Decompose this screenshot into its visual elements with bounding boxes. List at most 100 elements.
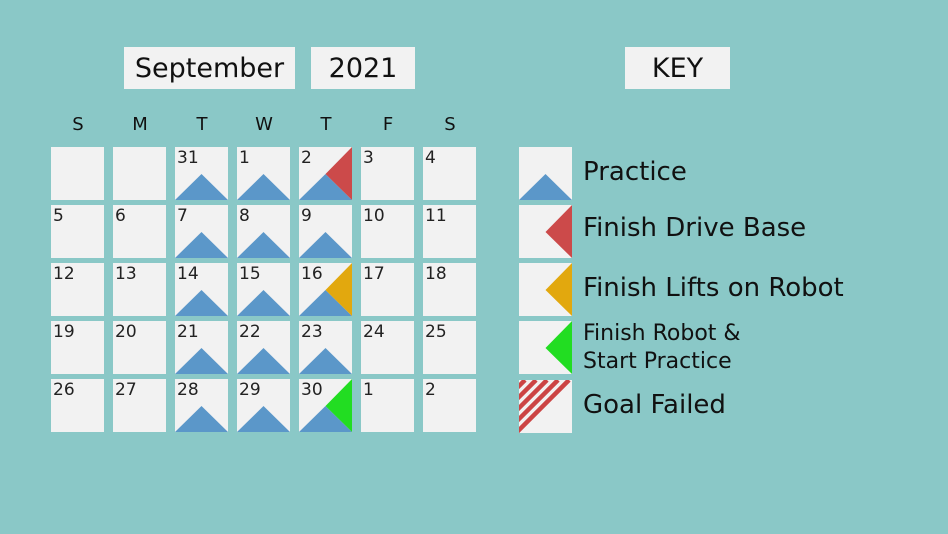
day-number: 1 [363,380,374,400]
weekday-header: S [444,114,456,135]
day-cell[interactable]: 13 [113,263,166,316]
day-cell[interactable]: 28 [175,379,228,432]
day-number: 10 [363,206,385,226]
day-cell[interactable]: 23 [299,321,352,374]
day-cell[interactable]: 1 [361,379,414,432]
year-label: 2021 [311,47,415,89]
day-cell[interactable]: 16 [299,263,352,316]
day-cell[interactable]: 17 [361,263,414,316]
key-swatch-robot-practice [519,321,572,374]
drive-triangle-icon [545,205,572,258]
day-cell[interactable]: 9 [299,205,352,258]
day-number: 27 [115,380,137,400]
key-swatch-practice [519,147,572,200]
practice-triangle-icon [237,232,290,258]
practice-triangle-icon [299,232,352,258]
day-cell[interactable]: 25 [423,321,476,374]
day-number: 29 [239,380,261,400]
day-cell[interactable]: 5 [51,205,104,258]
practice-triangle-icon [175,174,228,200]
day-number: 2 [301,148,312,168]
practice-triangle-icon [175,290,228,316]
key-label-robot-line1: Finish Robot & [583,321,741,346]
weekday-header: S [72,114,84,135]
day-cell[interactable]: 18 [423,263,476,316]
day-cell[interactable]: 24 [361,321,414,374]
day-number: 16 [301,264,323,284]
day-cell[interactable]: 3 [361,147,414,200]
practice-triangle-icon [237,174,290,200]
day-cell[interactable]: 22 [237,321,290,374]
practice-triangle-icon [175,406,228,432]
practice-triangle-icon [237,348,290,374]
day-number: 20 [115,322,137,342]
day-number: 18 [425,264,447,284]
day-cell[interactable]: 20 [113,321,166,374]
day-number: 13 [115,264,137,284]
day-cell[interactable]: 8 [237,205,290,258]
practice-triangle-icon [175,348,228,374]
lifts-triangle-icon [325,263,352,316]
practice-triangle-icon [299,348,352,374]
day-number: 22 [239,322,261,342]
day-cell[interactable]: 15 [237,263,290,316]
day-number: 12 [53,264,75,284]
key-label-robot-line2: Start Practice [583,349,732,374]
day-number: 9 [301,206,312,226]
day-cell[interactable] [51,147,104,200]
day-cell[interactable]: 27 [113,379,166,432]
day-cell[interactable]: 7 [175,205,228,258]
day-cell[interactable]: 10 [361,205,414,258]
day-number: 11 [425,206,447,226]
day-cell[interactable] [113,147,166,200]
key-swatch-goal-failed [519,380,572,433]
day-number: 19 [53,322,75,342]
key-label-goal-failed: Goal Failed [583,390,726,420]
day-cell[interactable]: 4 [423,147,476,200]
key-title: KEY [625,47,730,89]
lifts-triangle-icon [545,263,572,316]
day-cell[interactable]: 21 [175,321,228,374]
day-cell[interactable]: 14 [175,263,228,316]
weekday-header: W [255,114,273,135]
practice-triangle-icon [519,174,572,200]
day-cell[interactable]: 2 [423,379,476,432]
day-cell[interactable]: 19 [51,321,104,374]
weekday-header: F [382,114,394,135]
day-number: 25 [425,322,447,342]
day-cell[interactable]: 30 [299,379,352,432]
practice-triangle-icon [237,290,290,316]
day-number: 24 [363,322,385,342]
practice-triangle-icon [175,232,228,258]
robot-triangle-icon [325,379,352,432]
weekday-header: T [196,114,208,135]
day-number: 28 [177,380,199,400]
day-cell[interactable]: 31 [175,147,228,200]
day-cell[interactable]: 6 [113,205,166,258]
day-cell[interactable]: 11 [423,205,476,258]
key-swatch-drive-base [519,205,572,258]
day-cell[interactable]: 1 [237,147,290,200]
weekday-header: M [132,114,148,135]
day-number: 4 [425,148,436,168]
day-cell[interactable]: 2 [299,147,352,200]
day-number: 2 [425,380,436,400]
day-number: 15 [239,264,261,284]
key-label-drive-base: Finish Drive Base [583,213,807,243]
key-label-robot-practice: Finish Robot & Start Practice [583,320,741,376]
day-cell[interactable]: 12 [51,263,104,316]
day-number: 14 [177,264,199,284]
day-number: 8 [239,206,250,226]
day-cell[interactable]: 26 [51,379,104,432]
day-number: 26 [53,380,75,400]
day-number: 23 [301,322,323,342]
day-number: 7 [177,206,188,226]
month-label: September [124,47,295,89]
weekday-header: T [320,114,332,135]
day-number: 21 [177,322,199,342]
key-swatch-lifts [519,263,572,316]
day-cell[interactable]: 29 [237,379,290,432]
drive-triangle-icon [325,147,352,200]
day-number: 5 [53,206,64,226]
key-label-lifts: Finish Lifts on Robot [583,273,844,303]
